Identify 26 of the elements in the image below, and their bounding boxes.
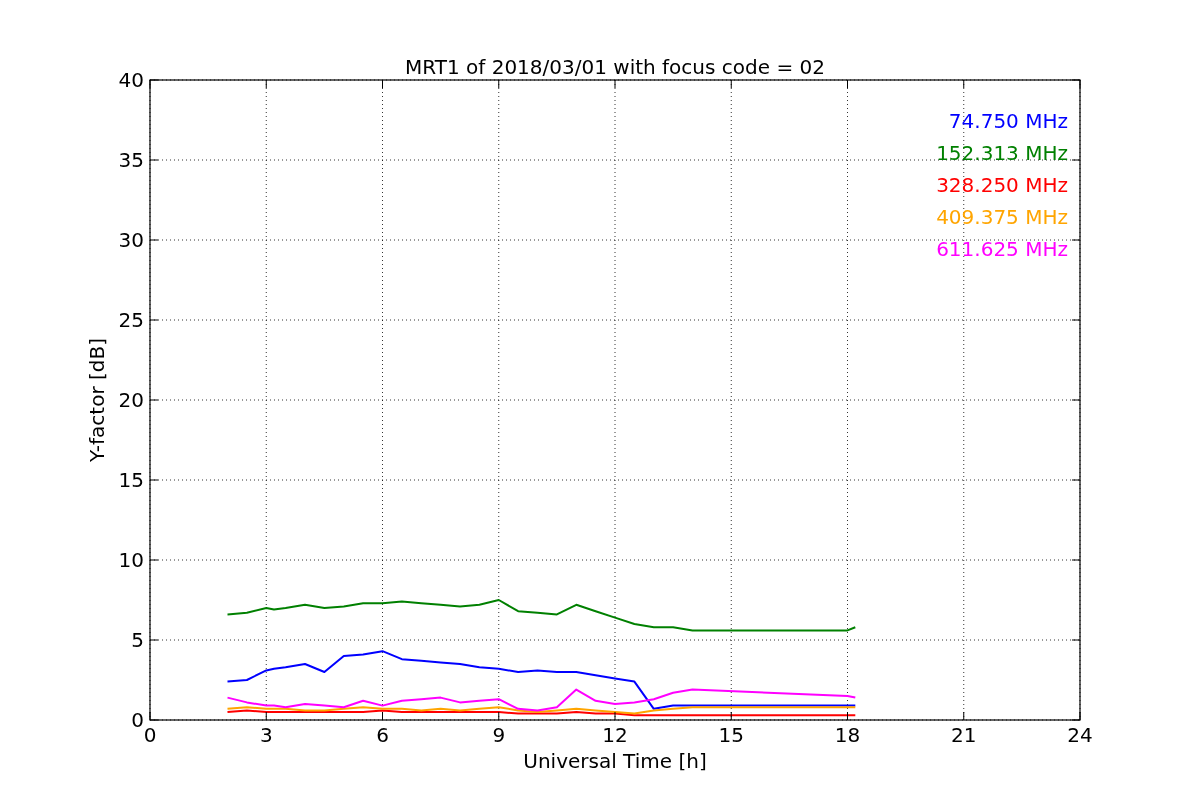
axis-label: Y-factor [dB] bbox=[85, 338, 109, 462]
legend-label: 409.375 MHz bbox=[936, 205, 1068, 229]
tick-label: 6 bbox=[376, 723, 389, 747]
tick-label: 0 bbox=[143, 723, 157, 747]
tick-label: 21 bbox=[951, 723, 977, 747]
tick-label: 0 bbox=[131, 708, 144, 732]
tick-label: 9 bbox=[492, 723, 506, 747]
legend-label: 152.313 MHz bbox=[936, 141, 1068, 165]
tick-label: 20 bbox=[118, 388, 144, 412]
tick-label: 15 bbox=[718, 723, 744, 747]
axis-label: Universal Time [h] bbox=[523, 749, 707, 773]
chart-title: MRT1 of 2018/03/01 with focus code = 02 bbox=[405, 55, 825, 79]
tick-label: 15 bbox=[118, 468, 144, 492]
tick-label: 18 bbox=[834, 723, 861, 747]
tick-label: 30 bbox=[118, 228, 144, 252]
tick-label: 12 bbox=[602, 723, 628, 747]
legend-label: 74.750 MHz bbox=[948, 109, 1068, 133]
tick-label: 24 bbox=[1067, 723, 1093, 747]
tick-label: 3 bbox=[259, 723, 273, 747]
legend-label: 328.250 MHz bbox=[936, 173, 1068, 197]
tick-label: 35 bbox=[118, 148, 144, 172]
legend-label: 611.625 MHz bbox=[936, 237, 1068, 261]
tick-label: 25 bbox=[118, 308, 144, 332]
tick-label: 10 bbox=[118, 548, 144, 572]
tick-label: 40 bbox=[118, 68, 144, 92]
tick-label: 5 bbox=[131, 628, 144, 652]
